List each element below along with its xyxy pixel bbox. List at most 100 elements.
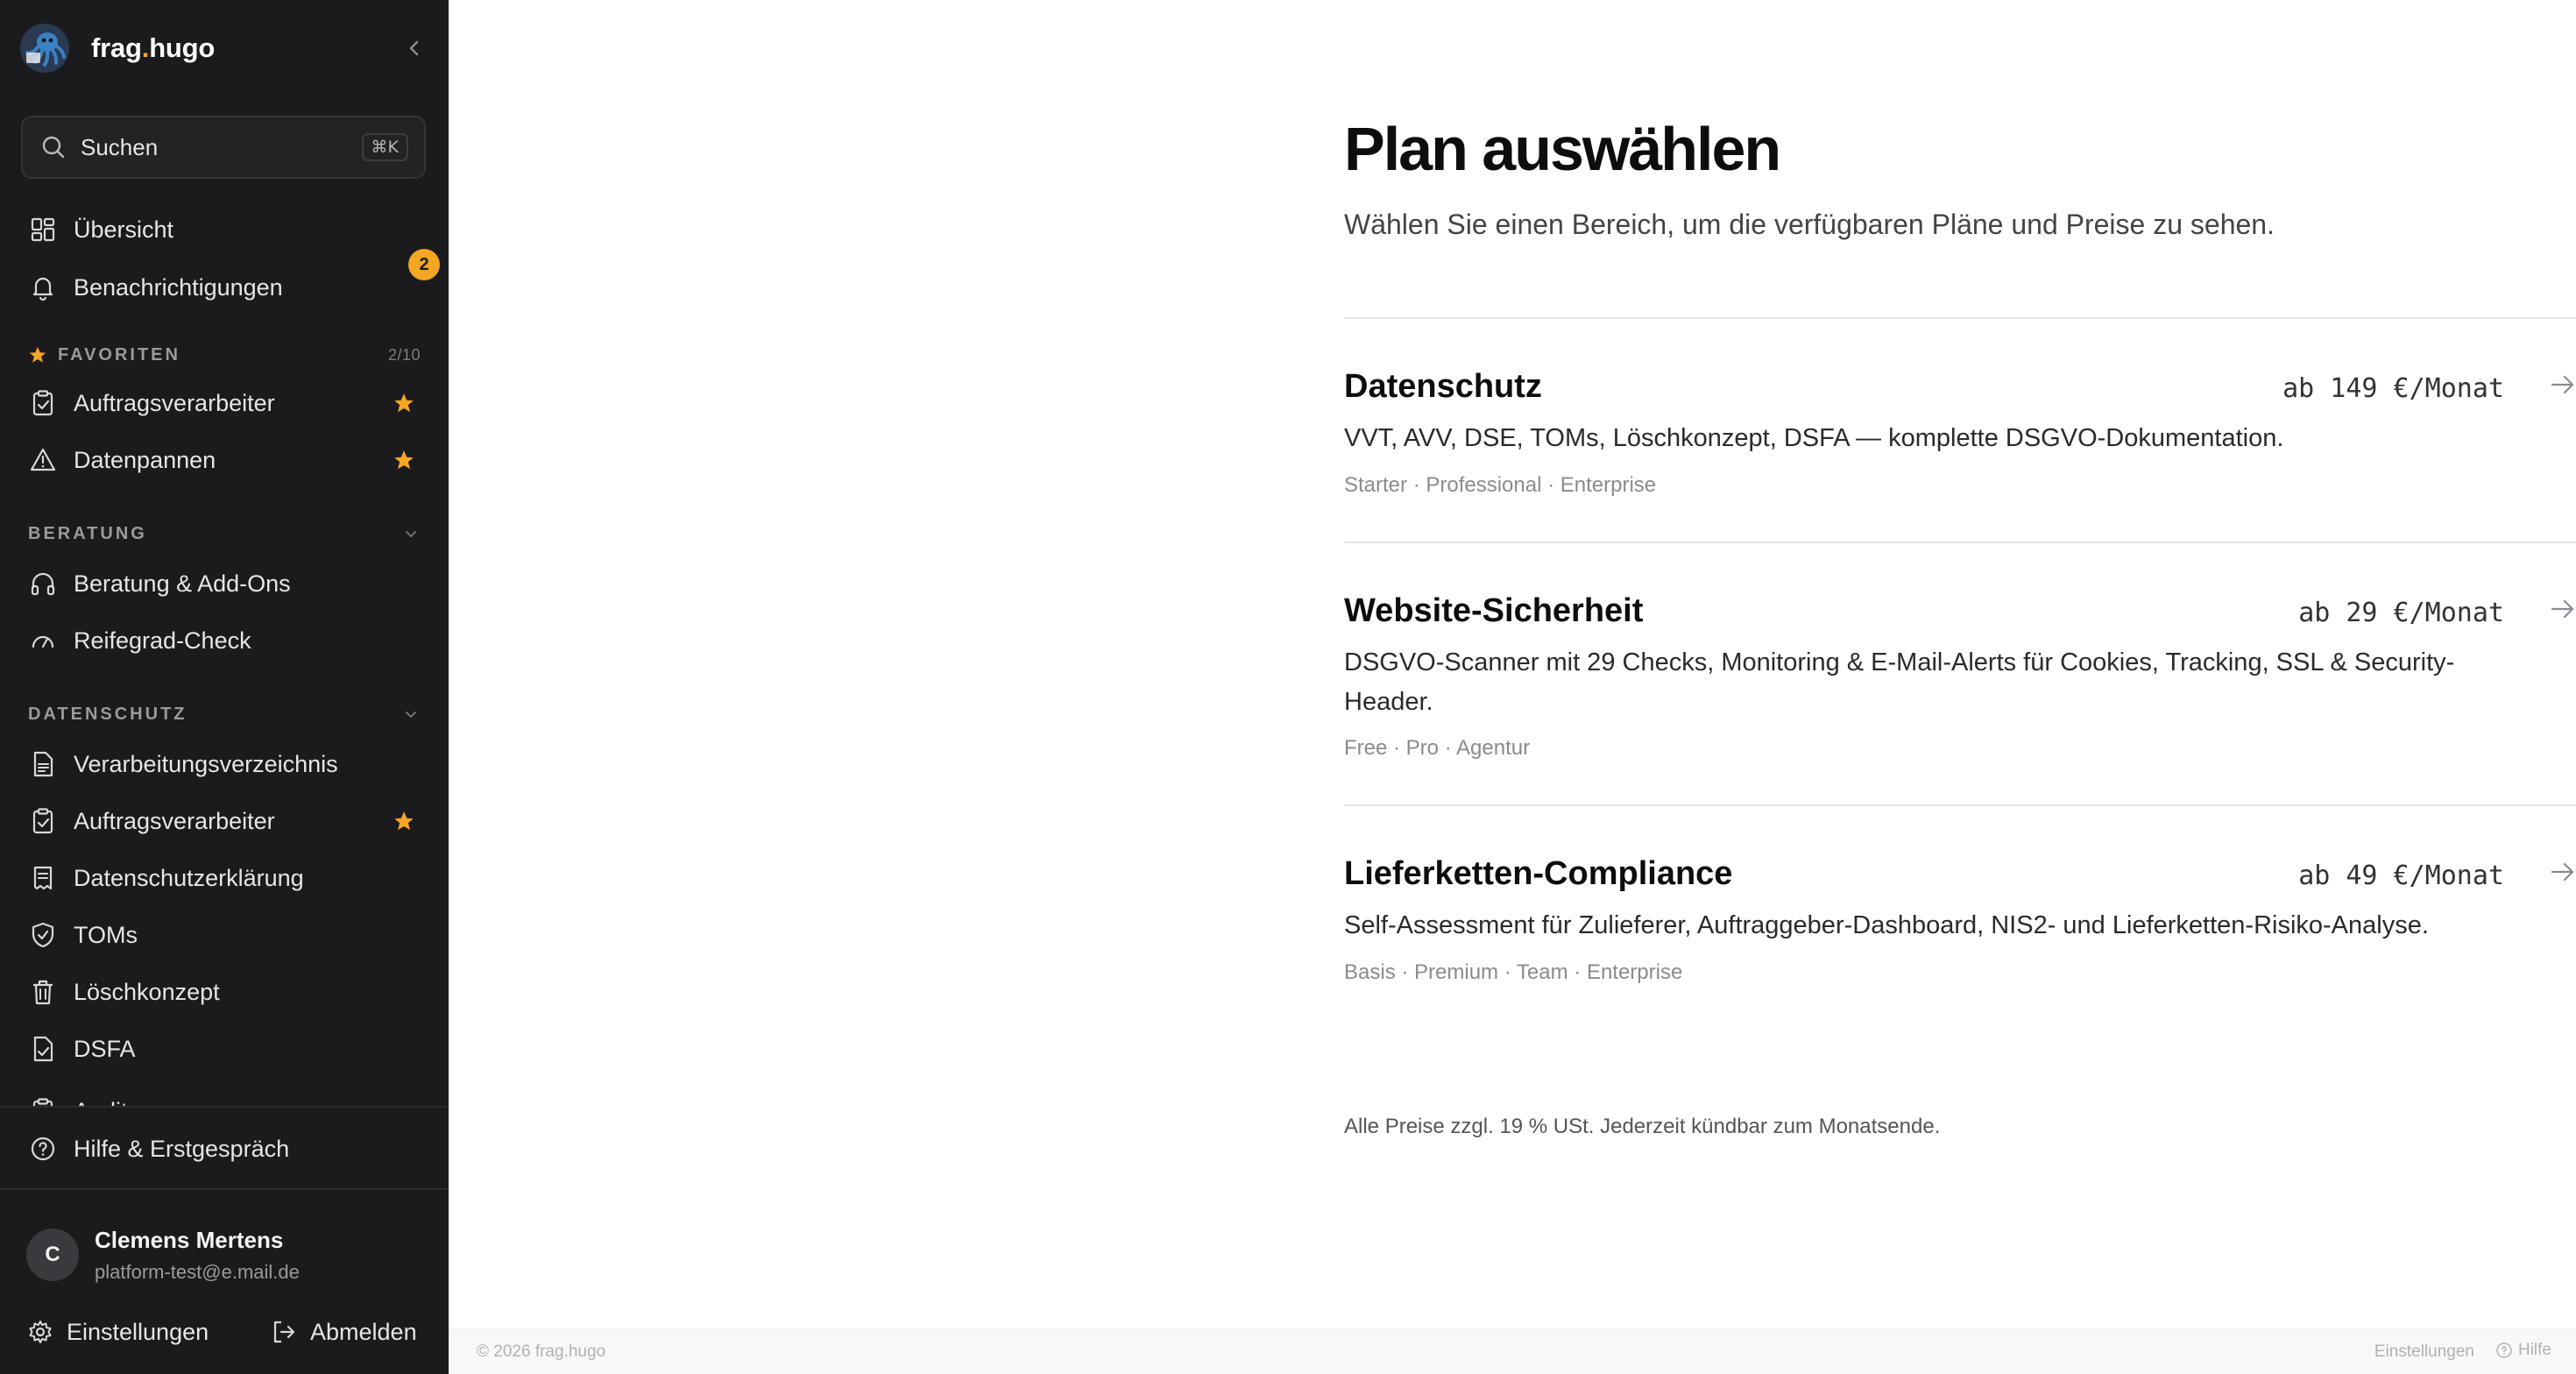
nav-item-label: Benachrichtigungen [74, 273, 283, 301]
plan-price: ab 149 €/Monat [2282, 373, 2504, 404]
plan-description: DSGVO-Scanner mit 29 Checks, Monitoring … [1344, 648, 2455, 716]
section-title: DATENSCHUTZ [28, 704, 188, 724]
footer-help-link[interactable]: Hilfe [2495, 1341, 2551, 1360]
settings-button[interactable]: Einstellungen [26, 1306, 209, 1358]
footer-settings-link[interactable]: Einstellungen [2374, 1342, 2474, 1362]
nav-item-maturity-check[interactable]: Reifegrad-Check [21, 616, 428, 665]
star-icon[interactable] [393, 392, 415, 414]
sidebar-divider [0, 1188, 449, 1190]
clipboard-check-icon [32, 808, 53, 834]
plan-description: VVT, AVV, DSE, TOMs, Löschkonzept, DSFA … [1344, 424, 2284, 452]
collapse-sidebar-button[interactable] [400, 33, 429, 63]
section-header-favorites: FAVORITEN 2/10 [28, 342, 421, 368]
warning-icon [30, 448, 56, 471]
footer-help-label: Hilfe [2517, 1341, 2551, 1359]
search-input[interactable] [81, 133, 343, 161]
page-title: Plan auswählen [1344, 115, 1781, 183]
arrow-right-icon [2551, 599, 2574, 619]
nav-item-notifications[interactable]: Benachrichtigungen [21, 263, 428, 312]
nav-item-label: Verarbeitungsverzeichnis [74, 750, 338, 777]
star-icon [29, 346, 46, 363]
nav-item-toms[interactable]: TOMs [21, 910, 428, 960]
clipboard-icon [32, 1098, 53, 1106]
sidebar-divider [0, 1106, 449, 1108]
nav-item-overview[interactable]: Übersicht [21, 205, 428, 254]
nav-item-label: Datenschutzerklärung [74, 864, 304, 891]
nav-item-privacy-policy[interactable]: Datenschutzerklärung [21, 853, 428, 903]
gauge-icon [32, 635, 54, 648]
nav-item-label: Beratung & Add-Ons [74, 570, 291, 597]
nav-item-audits[interactable]: Audits [21, 1087, 428, 1106]
bottom-bar: © 2026 frag.hugo Einstellungen Hilfe [449, 1328, 2576, 1374]
nav-item-deletion-concept[interactable]: Löschkonzept [21, 967, 428, 1016]
star-icon[interactable] [393, 449, 415, 471]
bell-icon [32, 277, 53, 301]
brand-name: frag.hugo [91, 32, 216, 63]
nav-item-fav-breaches[interactable]: Datenpannen [21, 436, 428, 485]
plan-tiers: Basis · Premium · Team · Enterprise [1344, 960, 1683, 984]
user-email: platform-test@e.mail.de [95, 1260, 300, 1283]
divider [1344, 804, 2576, 806]
nav-item-fav-processors[interactable]: Auftragsverarbeiter [21, 379, 428, 428]
nav-item-label: TOMs [74, 921, 138, 948]
nav-item-label: DSFA [74, 1035, 136, 1062]
nav-item-label: Reifegrad-Check [74, 627, 251, 654]
brand[interactable]: frag.hugo [19, 21, 215, 75]
notification-count-badge: 2 [408, 249, 440, 280]
logout-button[interactable]: Abmelden [270, 1306, 417, 1358]
plan-name: Datenschutz [1344, 368, 1542, 405]
file-check-icon [33, 1036, 53, 1062]
nav-item-label: Übersicht [74, 216, 174, 243]
section-header-beratung[interactable]: BERATUNG [28, 521, 421, 547]
nav-item-label: Hilfe & Erstgespräch [74, 1135, 290, 1162]
user-text: Clemens Mertens platform-test@e.mail.de [95, 1227, 300, 1284]
dashboard-icon [31, 217, 55, 242]
nav-item-processors[interactable]: Auftragsverarbeiter [21, 797, 428, 846]
nav-item-help[interactable]: Hilfe & Erstgespräch [21, 1124, 428, 1173]
pricing-note: Alle Preise zzgl. 19 % USt. Jederzeit kü… [1344, 1115, 1941, 1138]
plan-price: ab 29 €/Monat [2298, 598, 2504, 628]
settings-label: Einstellungen [67, 1318, 209, 1345]
divider [1344, 542, 2576, 543]
plan-card-website-sicherheit[interactable]: Website-Sicherheit ab 29 €/Monat DSGVO-S… [1344, 592, 2576, 768]
section-header-datenschutz[interactable]: DATENSCHUTZ [28, 701, 421, 727]
logout-label: Abmelden [310, 1318, 417, 1345]
search-box[interactable]: ⌘K [21, 116, 426, 179]
section-title: FAVORITEN [58, 344, 180, 365]
plan-description: Self-Assessment für Zulieferer, Auftragg… [1344, 911, 2429, 939]
document-icon [33, 751, 53, 777]
divider [1344, 317, 2576, 319]
plan-tiers: Starter · Professional · Enterprise [1344, 473, 1657, 497]
nav-item-label: Datenpannen [74, 446, 216, 473]
plan-name: Website-Sicherheit [1344, 592, 1644, 629]
main-content: Plan auswählen Wählen Sie einen Bereich,… [449, 0, 2576, 1374]
clipboard-check-icon [32, 390, 53, 416]
arrow-right-icon [2551, 375, 2574, 394]
nav-item-dsfa[interactable]: DSFA [21, 1024, 428, 1073]
nav-item-processing-register[interactable]: Verarbeitungsverzeichnis [21, 740, 428, 789]
headphones-icon [31, 572, 55, 596]
chevron-left-icon [409, 40, 419, 56]
star-icon[interactable] [393, 810, 415, 832]
receipt-icon [33, 866, 53, 890]
plan-card-datenschutz[interactable]: Datenschutz ab 149 €/Monat VVT, AVV, DSE… [1344, 368, 2576, 508]
nav-item-label: Löschkonzept [74, 978, 220, 1005]
arrow-right-icon [2551, 862, 2574, 882]
nav-item-label: Auftragsverarbeiter [74, 389, 275, 416]
user-profile[interactable]: C Clemens Mertens platform-test@e.mail.d… [26, 1222, 300, 1288]
nav-item-label: Auftragsverarbeiter [74, 807, 275, 834]
plan-name: Lieferketten-Compliance [1344, 855, 1733, 892]
plan-card-lieferketten-compliance[interactable]: Lieferketten-Compliance ab 49 €/Monat Se… [1344, 855, 2576, 995]
nav-item-consulting[interactable]: Beratung & Add-Ons [21, 559, 428, 608]
plan-tiers: Free · Pro · Agentur [1344, 736, 1531, 760]
section-title: BERATUNG [28, 523, 147, 543]
plan-price: ab 49 €/Monat [2298, 861, 2504, 891]
trash-icon [33, 980, 53, 1005]
help-circle-icon [31, 1137, 55, 1161]
search-icon [42, 136, 65, 159]
user-name: Clemens Mertens [95, 1226, 284, 1253]
page-subtitle: Wählen Sie einen Bereich, um die verfügb… [1344, 209, 2275, 240]
gear-icon [29, 1321, 52, 1343]
avatar: C [26, 1229, 79, 1281]
favorites-count: 2/10 [387, 345, 421, 364]
